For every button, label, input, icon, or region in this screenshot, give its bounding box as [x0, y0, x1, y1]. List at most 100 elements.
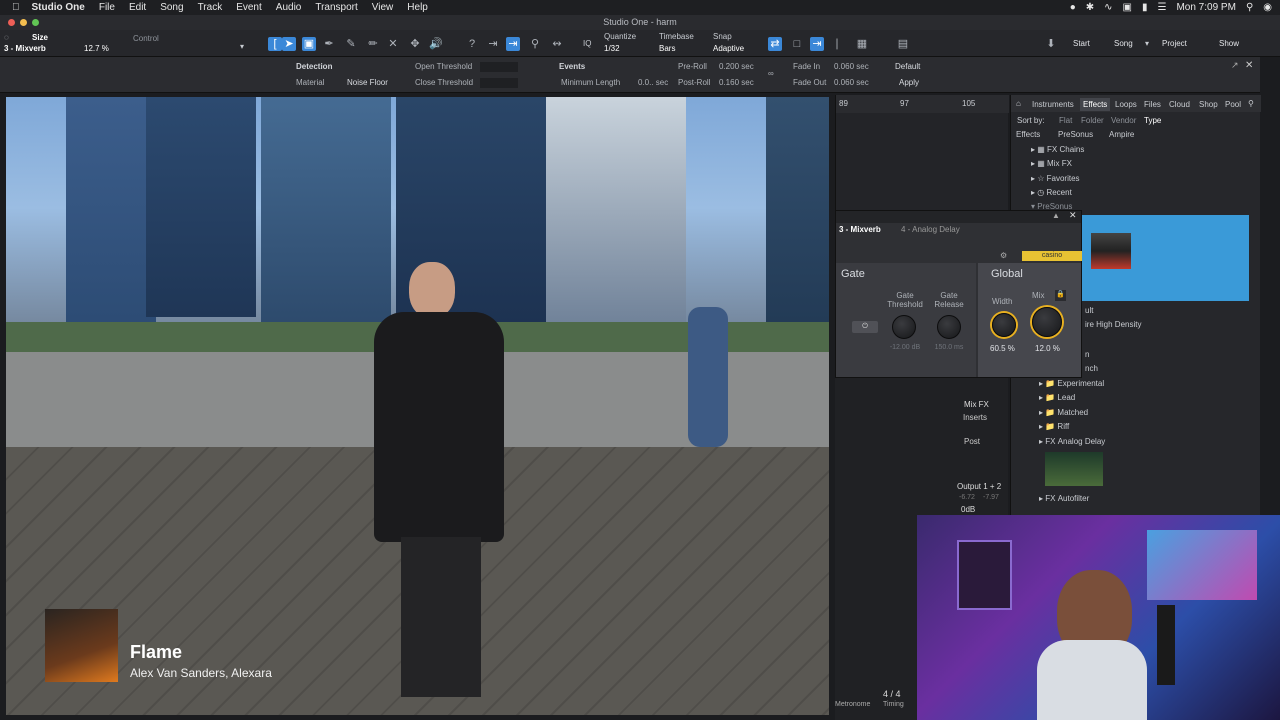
apply-button[interactable]: Apply — [899, 78, 919, 87]
breadcrumb-effects[interactable]: Effects — [1016, 130, 1040, 139]
arrow-tool-icon[interactable]: ➤ — [282, 37, 296, 51]
gate-release-knob[interactable] — [937, 315, 961, 339]
display-icon[interactable]: ▣ — [1123, 2, 1132, 13]
groove-icon[interactable]: ↭ — [550, 37, 564, 51]
control-center-icon[interactable]: ☰ — [1157, 2, 1166, 13]
list-item[interactable]: ▸ 📁 Riff — [1039, 419, 1069, 433]
list-item[interactable]: ▸ 📁 Lead — [1039, 390, 1075, 404]
paint-tool-icon[interactable]: ✏ — [366, 37, 380, 51]
timebase-select[interactable]: Bars — [659, 44, 675, 53]
lock-icon[interactable]: 🔒 — [1055, 290, 1066, 301]
control-dropdown-icon[interactable]: ▾ — [240, 42, 244, 51]
list-item[interactable]: ▸ FX Analog Delay — [1039, 434, 1105, 448]
list-item[interactable]: ▸ 📁 Experimental — [1039, 376, 1104, 390]
default-button[interactable]: Default — [895, 62, 920, 71]
metronome-label[interactable]: Metronome — [835, 701, 870, 708]
close-plugin-icon[interactable]: ✕ — [1069, 210, 1077, 221]
list-item-partial[interactable]: n — [1085, 347, 1089, 361]
wifi-icon[interactable]: ∿ — [1104, 2, 1112, 13]
tab-effects[interactable]: Effects — [1080, 98, 1111, 111]
plugin-track-select[interactable]: 3 - Mixverb — [839, 225, 881, 234]
list-item[interactable]: ▸ 📁 Matched — [1039, 405, 1088, 419]
sort-type[interactable]: Type — [1144, 116, 1161, 125]
range-tool-icon[interactable]: ▣ — [302, 37, 316, 51]
menu-help[interactable]: Help — [407, 2, 428, 13]
inserts-label[interactable]: Inserts — [963, 413, 987, 422]
tab-pool[interactable]: Pool — [1225, 100, 1241, 109]
bracket-tool-icon[interactable]: [ — [268, 37, 282, 51]
expand-icon[interactable]: ↗ — [1231, 60, 1239, 71]
song-dropdown-icon[interactable]: ▾ — [1145, 39, 1149, 48]
snap-events-icon[interactable]: □ — [790, 37, 804, 51]
snap-select[interactable]: Adaptive — [713, 44, 744, 53]
power-icon[interactable]: ◌ — [4, 33, 9, 42]
breadcrumb-ampire[interactable]: Ampire — [1109, 130, 1134, 139]
menu-track[interactable]: Track — [198, 2, 223, 13]
settings-gear-icon[interactable]: ⚙ — [1000, 251, 1007, 260]
snap-grid-icon[interactable]: ⇄ — [768, 37, 782, 51]
apple-icon[interactable]:  — [12, 2, 20, 13]
pre-roll-value[interactable]: 0.200 sec — [719, 62, 754, 71]
search-icon[interactable]: ⚲ — [1248, 99, 1254, 108]
grid-menu-icon[interactable]: ▦ — [855, 37, 869, 51]
list-item[interactable]: ire High Density — [1085, 317, 1141, 331]
menu-file[interactable]: File — [99, 2, 115, 13]
bend-tool-icon[interactable]: ✥ — [408, 37, 422, 51]
zoom-icon[interactable]: ⚲ — [528, 37, 542, 51]
output-gain[interactable]: 0dB — [961, 505, 975, 514]
close-threshold-field[interactable] — [480, 78, 518, 88]
post-label[interactable]: Post — [964, 437, 980, 446]
menu-song[interactable]: Song — [160, 2, 183, 13]
tab-cloud[interactable]: Cloud — [1169, 100, 1190, 109]
preset-name[interactable]: casino — [1022, 251, 1082, 261]
menu-event[interactable]: Event — [236, 2, 262, 13]
follow-icon[interactable]: ⇥ — [486, 37, 500, 51]
split-tool-icon[interactable]: ✒ — [322, 37, 336, 51]
menu-transport[interactable]: Transport — [315, 2, 357, 13]
list-item[interactable]: ▸ ▦ FX Chains — [1031, 142, 1084, 156]
list-item[interactable]: ▸ ▦ Mix FX — [1031, 156, 1072, 170]
list-item-partial[interactable]: nch — [1085, 361, 1098, 375]
list-item[interactable]: ▸ FX Autofilter — [1039, 491, 1089, 505]
material-select[interactable]: Noise Floor — [347, 78, 388, 87]
search-icon[interactable]: ⚲ — [1246, 2, 1253, 13]
breadcrumb-presonus[interactable]: PreSonus — [1058, 130, 1093, 139]
creative-cloud-icon[interactable]: ● — [1070, 2, 1076, 13]
menubar-clock[interactable]: Mon 7:09 PM — [1176, 2, 1235, 13]
autoscroll-icon[interactable]: ⇥ — [506, 37, 520, 51]
list-item[interactable]: ▸ ☆ Favorites — [1031, 171, 1080, 185]
fade-in-value[interactable]: 0.060 sec — [834, 62, 869, 71]
nav-show[interactable]: Show — [1219, 39, 1239, 48]
gate-power-button[interactable]: ⏻ — [852, 321, 878, 333]
link-icon[interactable]: ∞ — [768, 69, 774, 78]
tab-files[interactable]: Files — [1144, 100, 1161, 109]
battery-icon[interactable]: ▮ — [1142, 2, 1148, 13]
nav-project[interactable]: Project — [1162, 39, 1187, 48]
time-signature[interactable]: 4 / 4 — [883, 689, 901, 699]
app-menu[interactable]: Studio One — [32, 2, 85, 13]
fade-out-value[interactable]: 0.060 sec — [834, 78, 869, 87]
timeline-ruler[interactable] — [836, 95, 1009, 113]
sort-vendor[interactable]: Vendor — [1111, 116, 1136, 125]
sort-folder[interactable]: Folder — [1081, 116, 1104, 125]
nav-song[interactable]: Song — [1114, 39, 1133, 48]
tab-loops[interactable]: Loops — [1115, 100, 1137, 109]
mix-fx-label[interactable]: Mix FX — [964, 400, 989, 409]
siri-icon[interactable]: ◉ — [1263, 2, 1272, 13]
menu-audio[interactable]: Audio — [276, 2, 302, 13]
upload-icon[interactable]: ⬇ — [1044, 37, 1058, 51]
open-threshold-field[interactable] — [480, 62, 518, 72]
mute-tool-icon[interactable]: ✕ — [386, 37, 400, 51]
size-param-value[interactable]: 12.7 % — [84, 44, 109, 53]
eraser-tool-icon[interactable]: ✎ — [344, 37, 358, 51]
list-item-partial[interactable]: ult — [1085, 303, 1093, 317]
plugin-insert-select[interactable]: 4 - Analog Delay — [901, 225, 960, 234]
help-icon[interactable]: ? — [465, 37, 479, 51]
tab-instruments[interactable]: Instruments — [1032, 100, 1074, 109]
snap-line-icon[interactable]: ∣ — [830, 37, 844, 51]
minimum-length-value[interactable]: 0.0.. sec — [638, 78, 668, 87]
tab-shop[interactable]: Shop — [1199, 100, 1218, 109]
listen-tool-icon[interactable]: 🔊 — [429, 37, 443, 51]
iq-icon[interactable]: IQ — [583, 39, 591, 48]
bluetooth-icon[interactable]: ✱ — [1086, 2, 1094, 13]
